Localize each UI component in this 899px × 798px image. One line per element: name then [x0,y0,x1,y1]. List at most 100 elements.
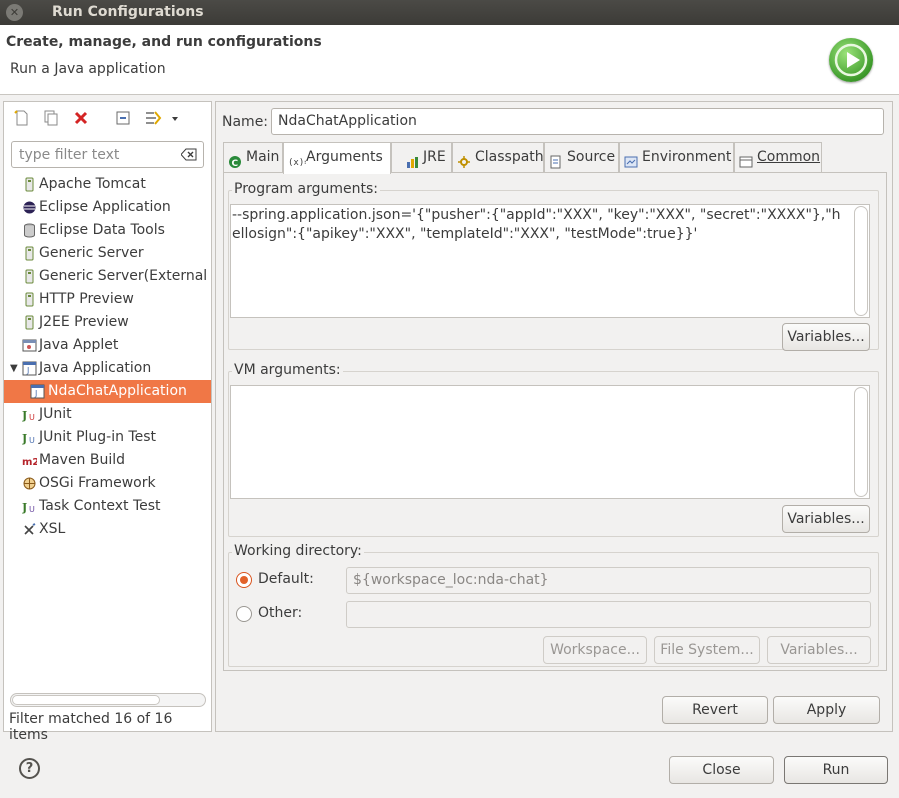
tomcat-icon [22,177,37,192]
server-icon [22,246,37,261]
tab-common[interactable]: Common [734,142,822,173]
xsl-icon [22,522,37,537]
server-icon [22,315,37,330]
other-radio[interactable] [236,606,252,622]
applet-icon [22,338,37,353]
source-icon [549,151,563,169]
tree-item-eclipse-application[interactable]: Eclipse Application [4,196,211,219]
filter-icon[interactable] [144,109,162,127]
name-field[interactable]: NdaChatApplication [271,108,884,135]
default-directory-field: ${workspace_loc:nda-chat} [346,567,871,594]
close-button[interactable]: Close [669,756,774,784]
tree-item-junit-plugin-test[interactable]: JU JUnit Plug-in Test [4,426,211,449]
tab-environment[interactable]: Environment [619,142,734,173]
other-directory-field [346,601,871,628]
window-close-button[interactable]: ✕ [6,4,23,21]
main-icon: C [228,151,242,169]
program-arguments-group: Program arguments: --spring.application.… [228,181,879,351]
svg-text:(x)=: (x)= [288,158,306,168]
horizontal-scrollbar[interactable] [10,693,206,707]
tree-item-http-preview[interactable]: HTTP Preview [4,288,211,311]
server-icon [22,269,37,284]
vm-arguments-textarea[interactable] [230,385,870,499]
tab-main[interactable]: C Main [223,142,283,173]
window-title: Run Configurations [52,4,204,20]
tree-item-ndachatapplication[interactable]: J NdaChatApplication [4,380,211,403]
new-configuration-icon[interactable] [13,109,31,127]
clear-filter-icon[interactable] [180,148,197,161]
tree-item-eclipse-data-tools[interactable]: Eclipse Data Tools [4,219,211,242]
arguments-icon: (x)= [288,151,310,168]
program-variables-button[interactable]: Variables... [782,323,870,351]
jre-icon [406,151,420,168]
vm-arguments-scrollbar[interactable] [854,387,868,497]
tree-item-generic-server-external[interactable]: Generic Server(External L [4,265,211,288]
tree-item-generic-server[interactable]: Generic Server [4,242,211,265]
configuration-list-panel: Apache Tomcat Eclipse Application Eclips… [3,101,212,743]
tab-source[interactable]: Source [544,142,619,173]
expanded-arrow-icon[interactable]: ▼ [10,357,18,380]
vm-variables-button[interactable]: Variables... [782,505,870,533]
filter-field[interactable] [11,141,204,168]
revert-button[interactable]: Revert [662,696,768,724]
delete-icon[interactable] [72,109,90,127]
tab-arguments[interactable]: (x)= Arguments [283,142,391,174]
dropdown-arrow-icon[interactable] [170,109,180,127]
default-radio[interactable] [236,572,252,588]
configuration-tree: Apache Tomcat Eclipse Application Eclips… [4,173,211,541]
tree-item-apache-tomcat[interactable]: Apache Tomcat [4,173,211,196]
other-label: Other: [258,605,303,621]
svg-text:U: U [29,436,35,445]
filter-input[interactable] [17,142,177,167]
eclipse-icon [22,200,37,215]
apply-button[interactable]: Apply [773,696,880,724]
osgi-icon [22,476,37,491]
tab-jre[interactable]: JRE [391,142,452,173]
svg-text:J: J [22,409,27,422]
file-system-button[interactable]: File System... [654,636,760,664]
configuration-editor-panel: Name: NdaChatApplication C Main (x)= Arg… [215,101,893,732]
environment-icon [624,151,638,168]
run-button[interactable]: Run [784,756,888,784]
default-label: Default: [258,571,314,587]
program-arguments-scrollbar[interactable] [854,206,868,316]
tree-item-task-context-test[interactable]: JU Task Context Test [4,495,211,518]
tree-item-j2ee-preview[interactable]: J2EE Preview [4,311,211,334]
svg-text:U: U [29,413,35,422]
collapse-all-icon[interactable] [114,109,132,127]
svg-text:J: J [34,389,37,398]
header-subtitle: Run a Java application [10,61,166,77]
junit-task-icon: JU [21,499,37,514]
common-icon [739,151,753,168]
dialog-header: Create, manage, and run configurations R… [0,25,899,95]
vm-arguments-title: VM arguments: [232,362,343,378]
header-title: Create, manage, and run configurations [6,34,322,50]
tree-item-xsl[interactable]: XSL [4,518,211,541]
tree-item-java-application[interactable]: ▼ J Java Application [4,357,211,380]
tree-item-maven-build[interactable]: m2 Maven Build [4,449,211,472]
tree-item-java-applet[interactable]: Java Applet [4,334,211,357]
svg-text:J: J [26,366,29,375]
java-app-icon: J [30,384,45,399]
duplicate-icon[interactable] [42,109,60,127]
directory-variables-button[interactable]: Variables... [767,636,871,664]
tab-classpath[interactable]: Classpath [452,142,544,173]
program-arguments-title: Program arguments: [232,181,380,197]
program-arguments-textarea[interactable]: --spring.application.json='{"pusher":{"a… [230,204,870,318]
working-directory-title: Working directory: [232,543,364,559]
workspace-button[interactable]: Workspace... [543,636,647,664]
server-icon [22,292,37,307]
java-app-icon: J [22,361,37,376]
arguments-tab-content: Program arguments: --spring.application.… [223,172,887,671]
help-icon[interactable]: ? [19,758,40,779]
classpath-icon [457,151,471,168]
tree-item-junit[interactable]: JU JUnit [4,403,211,426]
filter-status: Filter matched 16 of 16 items [9,711,173,743]
tree-item-osgi-framework[interactable]: OSGi Framework [4,472,211,495]
title-bar: ✕ Run Configurations [0,0,899,25]
vm-arguments-group: VM arguments: Variables... [228,362,879,537]
scrollbar-thumb[interactable] [12,695,160,705]
program-arguments-text: --spring.application.json='{"pusher":{"a… [232,207,841,242]
tab-bar: C Main (x)= Arguments JRE Classpath Sour… [223,142,887,174]
svg-text:U: U [29,505,35,514]
